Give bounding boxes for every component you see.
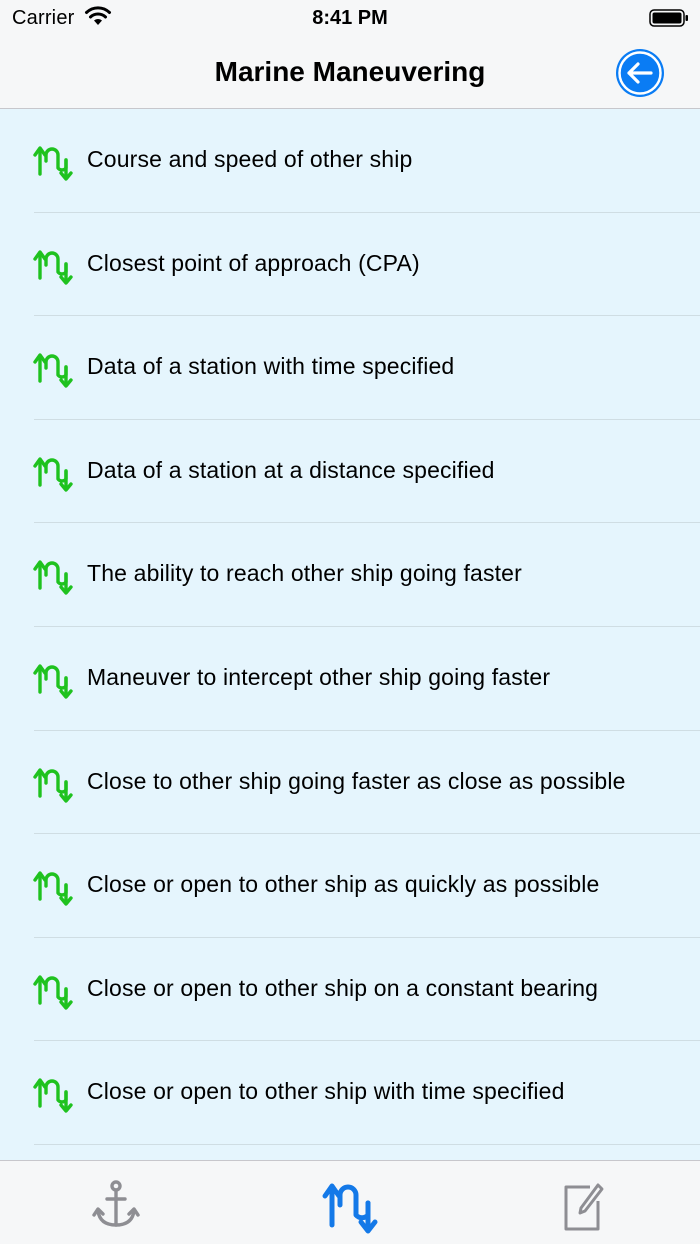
list-item-label: Closest point of approach (CPA) (87, 249, 420, 276)
list-item-label: Close or open to other ship on a constan… (87, 974, 599, 1001)
list-item-label: The ability to reach other ship going fa… (87, 560, 522, 587)
list-item-label: Data of a station at a distance specifie… (87, 456, 495, 483)
maneuver-arrows-icon (33, 353, 73, 388)
maneuver-arrows-icon (33, 767, 73, 803)
maneuver-list: Course and speed of other ship Closest p… (0, 109, 700, 1160)
maneuver-arrows-icon (33, 975, 73, 1010)
list-item[interactable]: Close or open to other ship on a constan… (0, 938, 700, 1042)
tab-maneuver[interactable] (320, 1175, 380, 1235)
maneuver-arrows-icon (322, 1183, 378, 1234)
list-item[interactable]: Course and speed of other ship (0, 109, 700, 213)
maneuver-arrows-icon (33, 457, 73, 492)
list-item-label: Close or open to other ship as quickly a… (87, 871, 600, 898)
tab-notes[interactable] (552, 1175, 612, 1235)
list-item[interactable]: Closest point of approach (CPA) (0, 213, 700, 317)
list-item[interactable]: Maneuver to intercept other ship going f… (0, 627, 700, 731)
anchor-icon (92, 1180, 140, 1227)
list-item-label: Close or open to other ship with time sp… (87, 1078, 565, 1105)
page-title: Marine Maneuvering (214, 56, 486, 87)
list-item[interactable]: Data of a station at a distance specifie… (0, 420, 700, 524)
tab-bar (0, 1160, 700, 1244)
maneuver-arrows-icon (33, 664, 73, 699)
list-item-label: Maneuver to intercept other ship going f… (87, 663, 551, 690)
maneuver-arrows-icon (33, 1078, 73, 1114)
status-bar: Carrier 8:41 PM (0, 0, 700, 36)
notepad-edit-icon (564, 1183, 604, 1231)
list-item[interactable]: Close to other ship going faster as clos… (0, 731, 700, 835)
list-item[interactable]: Close or open to other ship with time sp… (0, 1041, 700, 1145)
tab-anchor[interactable] (86, 1175, 146, 1235)
maneuver-arrows-icon (33, 249, 73, 285)
list-item-label: Course and speed of other ship (87, 146, 413, 172)
maneuver-arrows-icon (33, 146, 73, 181)
list-item[interactable]: The ability to reach other ship going fa… (0, 523, 700, 627)
back-arrow-icon (616, 49, 664, 97)
battery-icon (649, 9, 688, 27)
list-item[interactable]: Data of a station with time specified (0, 316, 700, 420)
maneuver-arrows-icon (33, 560, 73, 596)
maneuver-arrows-icon (33, 871, 73, 906)
list-item-label: Close to other ship going faster as clos… (87, 767, 626, 794)
clock: 8:41 PM (312, 7, 388, 29)
back-button[interactable] (614, 47, 666, 99)
navigation-bar: Marine Maneuvering (0, 36, 700, 109)
list-item[interactable]: Close or open to other ship as quickly a… (0, 834, 700, 938)
list-item-label: Data of a station with time specified (87, 353, 455, 380)
